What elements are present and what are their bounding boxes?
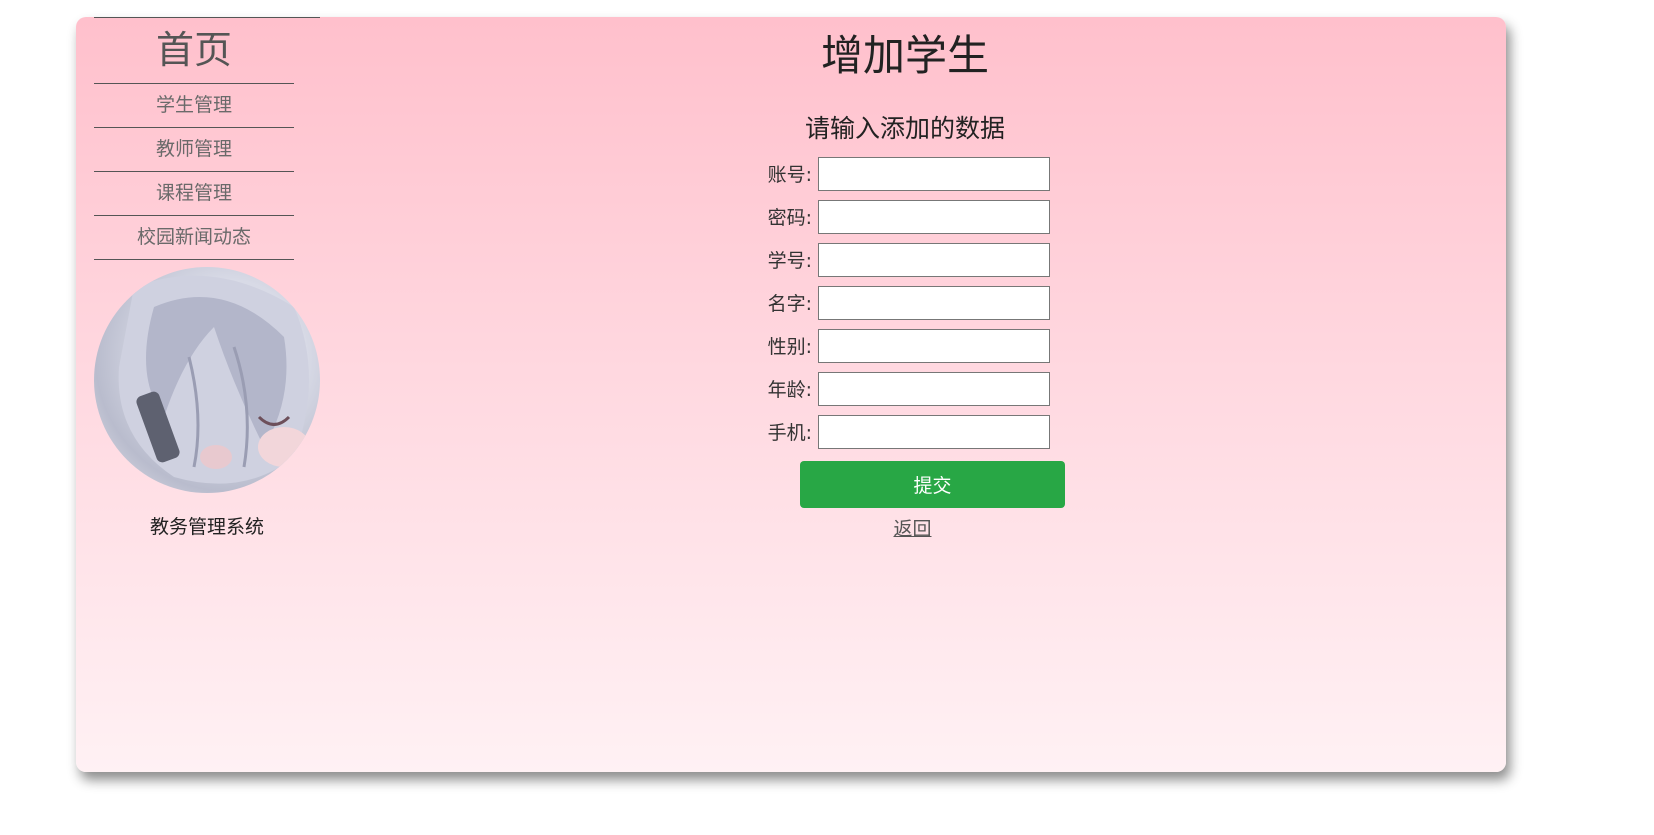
phone-input[interactable] (818, 414, 1050, 449)
account-input[interactable] (818, 156, 1050, 191)
student-id-label: 学号: (767, 250, 812, 272)
form-row-password: 密码: (760, 195, 1050, 238)
password-label: 密码: (767, 207, 812, 229)
form-row-account: 账号: (760, 152, 1050, 195)
phone-label: 手机: (767, 422, 812, 444)
back-link[interactable]: 返回 (0, 514, 1654, 541)
gender-input[interactable] (818, 328, 1050, 363)
gender-label: 性别: (767, 336, 812, 358)
sidebar-item-campus-news[interactable]: 校园新闻动态 (94, 216, 294, 260)
form-row-name: 名字: (760, 281, 1050, 324)
form-row-gender: 性别: (760, 324, 1050, 367)
avatar (94, 267, 320, 493)
submit-button[interactable]: 提交 (800, 461, 1065, 508)
page-title: 增加学生 (820, 31, 989, 80)
age-input[interactable] (818, 371, 1050, 406)
form-row-age: 年龄: (760, 367, 1050, 410)
sidebar-item-course-management[interactable]: 课程管理 (94, 172, 294, 216)
avatar-illustration (118, 275, 310, 484)
name-input[interactable] (818, 285, 1050, 320)
account-label: 账号: (767, 164, 812, 186)
form-row-phone: 手机: (760, 410, 1050, 453)
form-row-student-id: 学号: (760, 238, 1050, 281)
add-student-form: 账号: 密码: 学号: 名字: 性别: 年龄: 手机: (760, 152, 1050, 453)
form-subtitle: 请输入添加的数据 (804, 114, 1005, 143)
age-label: 年龄: (767, 379, 812, 401)
name-label: 名字: (767, 293, 812, 315)
student-id-input[interactable] (818, 242, 1050, 277)
password-input[interactable] (818, 199, 1050, 234)
